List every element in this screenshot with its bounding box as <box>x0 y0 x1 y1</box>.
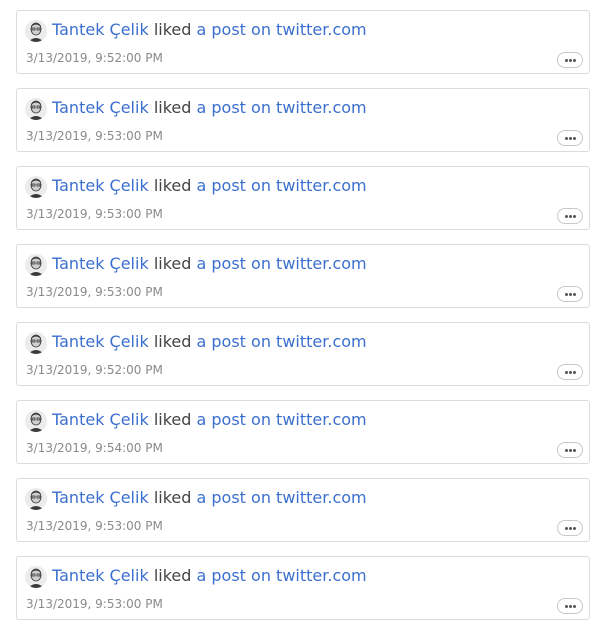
avatar-icon <box>25 176 47 198</box>
more-options-button[interactable] <box>557 598 583 614</box>
avatar[interactable] <box>25 332 47 354</box>
ellipsis-icon <box>558 365 582 379</box>
more-options-button[interactable] <box>557 286 583 302</box>
post-link[interactable]: a post on twitter.com <box>197 176 367 195</box>
more-options-button[interactable] <box>557 520 583 536</box>
timestamp[interactable]: 3/13/2019, 9:54:00 PM <box>26 441 163 455</box>
feed-item: Tantek Çelik liked a post on twitter.com… <box>16 556 590 620</box>
activity-text: Tantek Çelik liked a post on twitter.com <box>52 409 367 431</box>
more-options-button[interactable] <box>557 442 583 458</box>
activity-text: Tantek Çelik liked a post on twitter.com <box>52 175 367 197</box>
avatar-icon <box>25 332 47 354</box>
feed-item: Tantek Çelik liked a post on twitter.com… <box>16 478 590 542</box>
timestamp[interactable]: 3/13/2019, 9:53:00 PM <box>26 129 163 143</box>
ellipsis-icon <box>558 443 582 457</box>
feed-item: Tantek Çelik liked a post on twitter.com… <box>16 10 590 74</box>
post-link[interactable]: a post on twitter.com <box>197 488 367 507</box>
avatar-icon <box>25 98 47 120</box>
avatar-icon <box>25 488 47 510</box>
timestamp[interactable]: 3/13/2019, 9:52:00 PM <box>26 51 163 65</box>
activity-text: Tantek Çelik liked a post on twitter.com <box>52 97 367 119</box>
avatar[interactable] <box>25 566 47 588</box>
ellipsis-icon <box>558 131 582 145</box>
author-link[interactable]: Tantek Çelik <box>52 410 149 429</box>
author-link[interactable]: Tantek Çelik <box>52 254 149 273</box>
ellipsis-icon <box>558 53 582 67</box>
more-options-button[interactable] <box>557 130 583 146</box>
action-verb: liked <box>153 566 192 585</box>
author-link[interactable]: Tantek Çelik <box>52 488 149 507</box>
avatar[interactable] <box>25 254 47 276</box>
ellipsis-icon <box>558 599 582 613</box>
avatar-icon <box>25 20 47 42</box>
activity-text: Tantek Çelik liked a post on twitter.com <box>52 331 367 353</box>
post-link[interactable]: a post on twitter.com <box>197 254 367 273</box>
post-link[interactable]: a post on twitter.com <box>197 566 367 585</box>
avatar[interactable] <box>25 488 47 510</box>
author-link[interactable]: Tantek Çelik <box>52 332 149 351</box>
avatar-icon <box>25 566 47 588</box>
timestamp[interactable]: 3/13/2019, 9:53:00 PM <box>26 207 163 221</box>
post-link[interactable]: a post on twitter.com <box>197 332 367 351</box>
feed-item: Tantek Çelik liked a post on twitter.com… <box>16 244 590 308</box>
timestamp[interactable]: 3/13/2019, 9:52:00 PM <box>26 363 163 377</box>
action-verb: liked <box>153 176 192 195</box>
ellipsis-icon <box>558 287 582 301</box>
more-options-button[interactable] <box>557 208 583 224</box>
author-link[interactable]: Tantek Çelik <box>52 98 149 117</box>
post-link[interactable]: a post on twitter.com <box>197 410 367 429</box>
avatar[interactable] <box>25 98 47 120</box>
action-verb: liked <box>153 20 192 39</box>
feed-item: Tantek Çelik liked a post on twitter.com… <box>16 166 590 230</box>
action-verb: liked <box>153 254 192 273</box>
activity-text: Tantek Çelik liked a post on twitter.com <box>52 253 367 275</box>
activity-text: Tantek Çelik liked a post on twitter.com <box>52 19 367 41</box>
ellipsis-icon <box>558 209 582 223</box>
action-verb: liked <box>153 488 192 507</box>
feed-item: Tantek Çelik liked a post on twitter.com… <box>16 400 590 464</box>
timestamp[interactable]: 3/13/2019, 9:53:00 PM <box>26 597 163 611</box>
avatar-icon <box>25 410 47 432</box>
more-options-button[interactable] <box>557 52 583 68</box>
author-link[interactable]: Tantek Çelik <box>52 566 149 585</box>
feed-item: Tantek Çelik liked a post on twitter.com… <box>16 322 590 386</box>
timestamp[interactable]: 3/13/2019, 9:53:00 PM <box>26 519 163 533</box>
activity-text: Tantek Çelik liked a post on twitter.com <box>52 565 367 587</box>
post-link[interactable]: a post on twitter.com <box>197 98 367 117</box>
avatar[interactable] <box>25 410 47 432</box>
avatar-icon <box>25 254 47 276</box>
activity-feed: Tantek Çelik liked a post on twitter.com… <box>0 0 605 630</box>
action-verb: liked <box>153 332 192 351</box>
timestamp[interactable]: 3/13/2019, 9:53:00 PM <box>26 285 163 299</box>
author-link[interactable]: Tantek Çelik <box>52 20 149 39</box>
post-link[interactable]: a post on twitter.com <box>197 20 367 39</box>
action-verb: liked <box>153 98 192 117</box>
avatar[interactable] <box>25 20 47 42</box>
ellipsis-icon <box>558 521 582 535</box>
activity-text: Tantek Çelik liked a post on twitter.com <box>52 487 367 509</box>
feed-item: Tantek Çelik liked a post on twitter.com… <box>16 88 590 152</box>
action-verb: liked <box>153 410 192 429</box>
author-link[interactable]: Tantek Çelik <box>52 176 149 195</box>
avatar[interactable] <box>25 176 47 198</box>
more-options-button[interactable] <box>557 364 583 380</box>
